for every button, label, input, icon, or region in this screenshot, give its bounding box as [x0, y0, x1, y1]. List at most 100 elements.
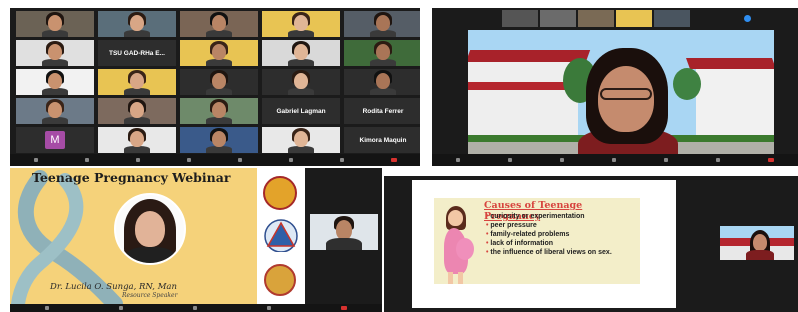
participant-tile[interactable]: [98, 69, 176, 95]
chat-icon[interactable]: [612, 158, 616, 162]
slide-bullet-text: peer pressure: [490, 222, 537, 229]
participant-thumbnail[interactable]: [310, 214, 378, 250]
participant-tile[interactable]: [98, 98, 176, 124]
participant-face: [294, 44, 308, 60]
participant-tile[interactable]: [16, 40, 94, 66]
participant-tile[interactable]: [180, 69, 258, 95]
share-screen-icon[interactable]: [267, 306, 271, 310]
strip-thumb-5[interactable]: [654, 10, 690, 27]
participants-icon[interactable]: [193, 306, 197, 310]
share-screen-icon[interactable]: [664, 158, 668, 162]
participant-body: [206, 146, 232, 153]
slide-share-panel: Causes of Teenage Pregnancy • curiosity …: [384, 176, 798, 312]
strip-thumb-2[interactable]: [540, 10, 576, 27]
participant-tile[interactable]: [262, 69, 340, 95]
palm-tree-right: [673, 68, 701, 100]
participant-tile[interactable]: [262, 127, 340, 153]
participant-tile[interactable]: [180, 40, 258, 66]
slide-canvas: Causes of Teenage Pregnancy • curiosity …: [412, 180, 676, 308]
strip-thumb-3[interactable]: [578, 10, 614, 27]
microphone-icon[interactable]: [45, 306, 49, 310]
speaker-name: Dr. Lucila O. Sunga, RN, Man: [50, 282, 177, 292]
participant-face: [48, 73, 62, 89]
video-icon[interactable]: [84, 158, 89, 162]
participant-tile[interactable]: [98, 11, 176, 37]
participants-icon[interactable]: [135, 158, 140, 162]
participant-tile[interactable]: TSU GAD-RHa E...: [98, 40, 176, 66]
pregnant-woman-illustration: [436, 206, 476, 284]
participant-tile[interactable]: [262, 11, 340, 37]
participant-tile[interactable]: Rodita Ferrer: [344, 98, 420, 124]
participant-body: [206, 30, 232, 37]
participant-body: [124, 88, 150, 95]
participant-tile[interactable]: Gabriel Lagman: [262, 98, 340, 124]
video-icon[interactable]: [508, 158, 512, 162]
participant-body: [42, 30, 68, 37]
speaker-portrait: [114, 193, 186, 265]
thumbnail-strip: [432, 8, 798, 30]
speaker-toolbar: [432, 154, 798, 166]
participants-icon[interactable]: [560, 158, 564, 162]
participant-face: [48, 102, 62, 118]
participant-tile[interactable]: [16, 11, 94, 37]
banner-share-panel: Teenage Pregnancy Webinar Dr. Lucila O. …: [10, 168, 382, 312]
active-speaker-video: [468, 30, 774, 158]
participant-face: [130, 73, 144, 89]
slide-bullet-item: • peer pressure: [486, 221, 636, 230]
logo-column: [257, 168, 305, 304]
leave-button[interactable]: [768, 158, 774, 162]
participant-body: [124, 146, 150, 153]
participant-name: Gabriel Lagman: [276, 108, 326, 116]
roof-band-left: [468, 82, 578, 90]
participant-face: [212, 102, 226, 118]
share-screen-icon[interactable]: [237, 158, 242, 162]
reactions-icon[interactable]: [339, 158, 344, 162]
slide-bullet-item: • family-related problems: [486, 230, 636, 239]
participant-face: [212, 131, 226, 147]
participant-body: [124, 30, 150, 37]
participant-tile[interactable]: [16, 98, 94, 124]
microphone-icon[interactable]: [456, 158, 460, 162]
gallery-toggle-icon[interactable]: [744, 15, 751, 22]
strip-thumb-4[interactable]: [616, 10, 652, 27]
participant-tile[interactable]: [180, 11, 258, 37]
speaker-role: Resource Speaker: [122, 292, 178, 299]
participant-body: [288, 30, 314, 37]
video-icon[interactable]: [119, 306, 123, 310]
strip-thumb-1[interactable]: [502, 10, 538, 27]
gallery-view-panel: TSU GAD-RHa E... Gabriel Lagman Rodita Fer…: [10, 8, 420, 166]
avatar: M: [45, 131, 65, 149]
roof-right: [685, 58, 774, 69]
participant-body: [42, 117, 68, 124]
participant-name: Kimora Maquin: [359, 137, 407, 145]
leave-button[interactable]: [390, 158, 397, 162]
participant-face: [376, 44, 390, 60]
speaker-thumbnail[interactable]: [720, 226, 794, 260]
participant-tile[interactable]: [98, 127, 176, 153]
slide-bullet-item: • lack of information: [486, 239, 636, 248]
participant-tile[interactable]: M: [16, 127, 94, 153]
speaker-glasses: [600, 88, 652, 100]
participant-tile[interactable]: [344, 69, 420, 95]
participant-name: TSU GAD-RHa E...: [109, 50, 165, 58]
participant-tile[interactable]: [344, 40, 420, 66]
record-icon[interactable]: [288, 158, 293, 162]
slide-bullet-item: • curiosity or experimentation: [486, 212, 636, 221]
gallery-toolbar: [10, 154, 420, 166]
chat-icon[interactable]: [186, 158, 191, 162]
participant-tile[interactable]: [344, 11, 420, 37]
participant-tile[interactable]: Kimora Maquin: [344, 127, 420, 153]
participant-tile[interactable]: [262, 40, 340, 66]
record-icon[interactable]: [716, 158, 720, 162]
leave-button[interactable]: [341, 306, 347, 310]
participant-tile[interactable]: [180, 127, 258, 153]
microphone-icon[interactable]: [33, 158, 38, 162]
participant-face: [130, 131, 144, 147]
participant-body: [42, 88, 68, 95]
participant-face: [48, 15, 62, 31]
participant-face: [376, 15, 390, 31]
participant-body: [206, 117, 232, 124]
participant-tile[interactable]: [16, 69, 94, 95]
participant-tile[interactable]: [180, 98, 258, 124]
slide-box: Causes of Teenage Pregnancy • curiosity …: [434, 198, 640, 284]
